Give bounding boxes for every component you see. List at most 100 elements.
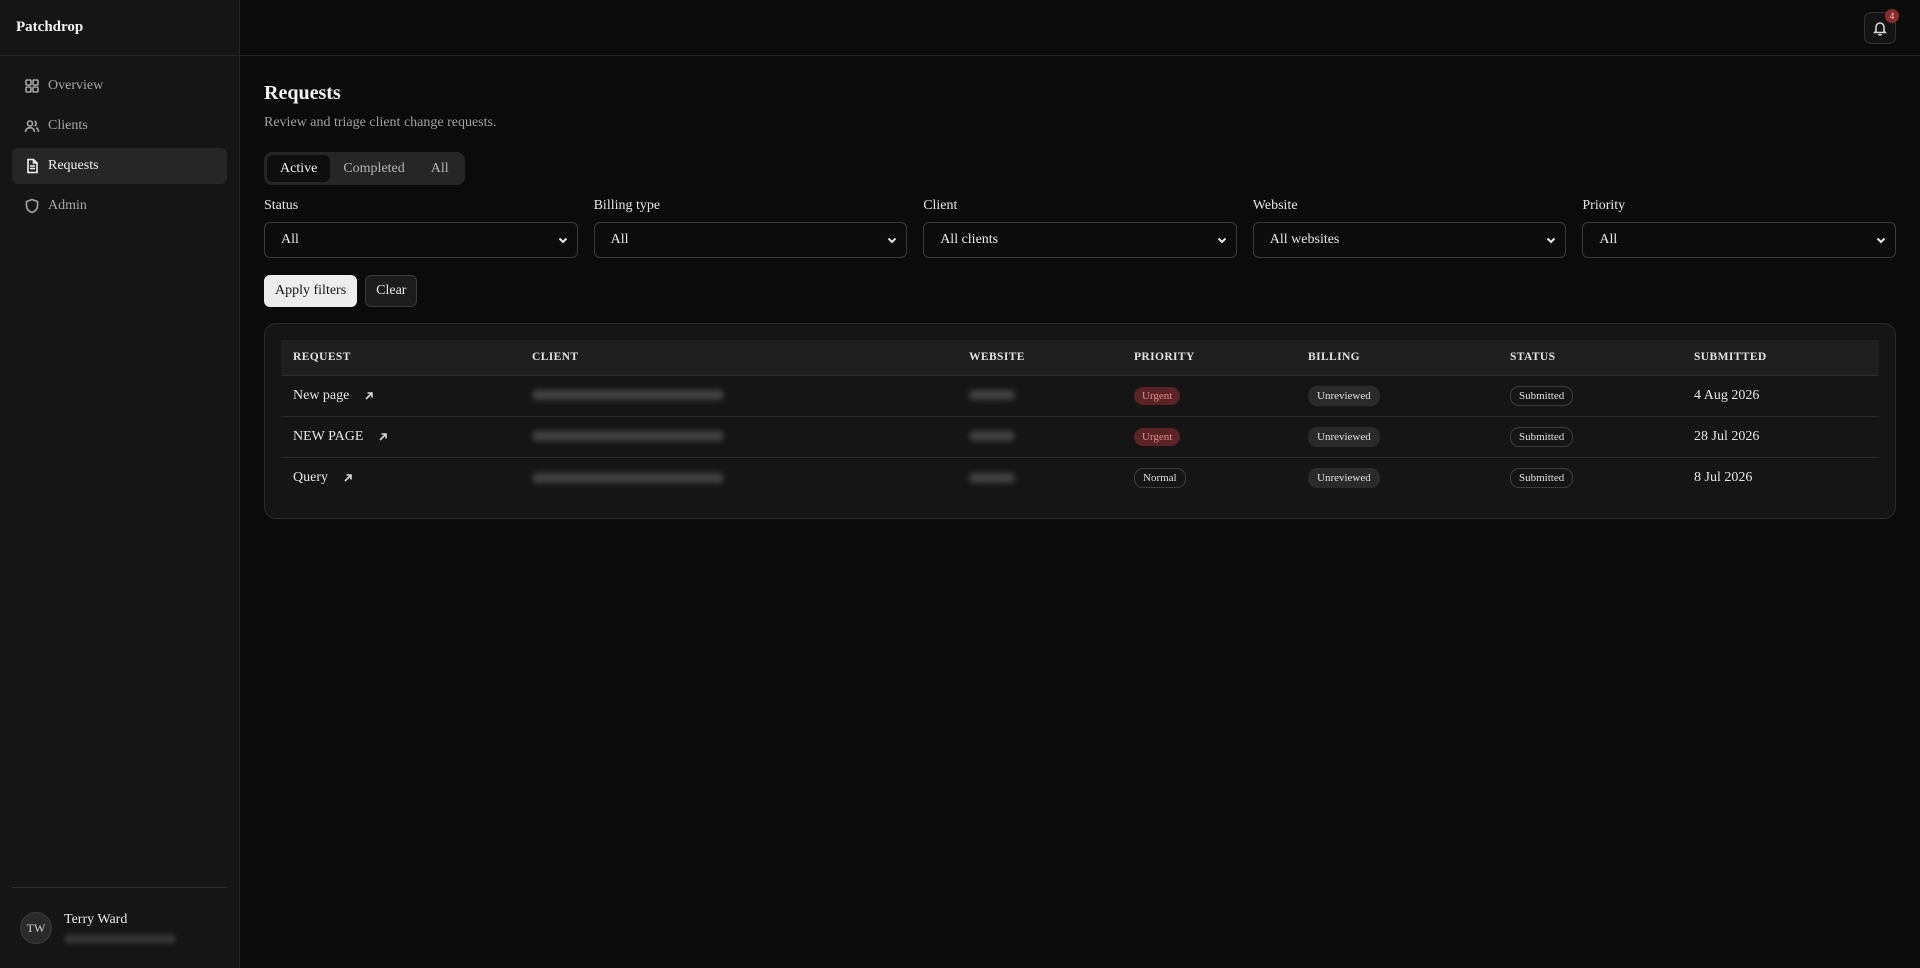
brand-logo[interactable]: Patchdrop — [0, 0, 239, 56]
select-value: All — [610, 232, 629, 247]
chevron-down-icon — [886, 234, 898, 246]
table-row[interactable]: Query Normal Unreviewed Submitted 8 Jul … — [281, 457, 1879, 498]
client-select[interactable]: All clients — [923, 222, 1237, 258]
avatar: TW — [20, 912, 52, 944]
column-header-website[interactable]: WEBSITE — [957, 340, 1122, 376]
external-link-icon — [365, 391, 374, 400]
file-icon — [24, 158, 40, 174]
sidebar-item-admin[interactable]: Admin — [12, 188, 227, 224]
external-link-icon — [379, 432, 388, 441]
apply-filters-button[interactable]: Apply filters — [264, 275, 358, 307]
column-header-priority[interactable]: PRIORITY — [1122, 340, 1296, 376]
tab-completed[interactable]: Completed — [330, 155, 417, 182]
column-header-request[interactable]: REQUEST — [281, 340, 520, 376]
sidebar-item-requests[interactable]: Requests — [12, 148, 227, 184]
billing-cell: Unreviewed — [1296, 375, 1498, 417]
request-title: New page — [293, 387, 350, 403]
priority-badge: Urgent — [1134, 427, 1181, 446]
request-link[interactable]: NEW PAGE — [293, 429, 389, 445]
sidebar-item-label: Overview — [48, 78, 104, 93]
client-redacted — [532, 472, 724, 483]
priority-badge: Urgent — [1134, 386, 1181, 405]
request-cell: NEW PAGE — [281, 416, 520, 458]
status-cell: Submitted — [1498, 375, 1682, 417]
request-title: NEW PAGE — [293, 428, 364, 444]
table-row[interactable]: NEW PAGE Urgent Unreviewed Submitted 28 … — [281, 416, 1879, 458]
requests-table-card: REQUEST CLIENT WEBSITE PRIORITY BILLING … — [264, 323, 1896, 519]
filter-label: Billing type — [593, 198, 661, 213]
billing-cell: Unreviewed — [1296, 457, 1498, 498]
status-badge: Submitted — [1510, 426, 1574, 447]
tab-all[interactable]: All — [418, 155, 462, 182]
billing-badge: Unreviewed — [1308, 467, 1380, 488]
grid-icon — [24, 78, 40, 94]
billing-cell: Unreviewed — [1296, 416, 1498, 458]
user-info: Terry Ward — [64, 912, 176, 944]
user-email-redacted — [64, 934, 176, 944]
select-value: All — [281, 232, 299, 247]
status-cell: Submitted — [1498, 457, 1682, 498]
filter-actions: Apply filters Clear — [264, 275, 1896, 307]
select-value: All websites — [1269, 232, 1340, 247]
client-cell — [520, 416, 957, 458]
select-value: All — [1599, 232, 1618, 247]
website-filter: Website All websites — [1252, 198, 1567, 258]
user-profile[interactable]: TW Terry Ward — [12, 887, 227, 968]
status-cell: Submitted — [1498, 416, 1682, 458]
client-redacted — [532, 390, 724, 401]
sidebar-item-overview[interactable]: Overview — [12, 68, 227, 104]
request-cell: Query — [281, 457, 520, 498]
status-filter: Status All — [264, 198, 578, 258]
notifications-button[interactable]: 4 — [1864, 9, 1899, 44]
bell-icon — [1873, 22, 1887, 36]
status-badge: Submitted — [1510, 385, 1574, 406]
submitted-cell: 4 Aug 2026 — [1682, 375, 1879, 417]
sidebar: Patchdrop Overview Clients Requests Admi… — [0, 0, 240, 968]
table-row[interactable]: New page Urgent Unreviewed Submitted 4 A… — [281, 375, 1879, 417]
status-badge: Submitted — [1510, 467, 1574, 488]
chevron-down-icon — [557, 234, 569, 246]
priority-badge: Normal — [1134, 467, 1186, 488]
select-value: All clients — [940, 232, 999, 247]
chevron-down-icon — [1875, 234, 1887, 246]
billing-type-filter: Billing type All — [593, 198, 908, 258]
client-cell — [520, 457, 957, 498]
sidebar-item-label: Requests — [48, 158, 99, 173]
chevron-down-icon — [1545, 234, 1557, 246]
website-cell — [957, 416, 1122, 458]
column-header-billing[interactable]: BILLING — [1296, 340, 1498, 376]
column-header-submitted[interactable]: SUBMITTED — [1682, 340, 1879, 376]
billing-badge: Unreviewed — [1308, 385, 1380, 406]
client-filter: Client All clients — [923, 198, 1237, 258]
status-select[interactable]: All — [264, 222, 578, 258]
filters-row: Status All Billing type All Client All c… — [264, 198, 1896, 258]
users-icon — [24, 118, 40, 134]
website-select[interactable]: All websites — [1252, 222, 1567, 258]
chevron-down-icon — [1216, 234, 1228, 246]
website-cell — [957, 457, 1122, 498]
website-redacted — [969, 431, 1015, 442]
request-link[interactable]: New page — [293, 388, 375, 404]
billing-badge: Unreviewed — [1308, 426, 1380, 447]
client-redacted — [532, 431, 724, 442]
sidebar-item-clients[interactable]: Clients — [12, 108, 227, 144]
priority-select[interactable]: All — [1582, 222, 1896, 258]
request-cell: New page — [281, 375, 520, 417]
priority-filter: Priority All — [1582, 198, 1896, 258]
notification-badge: 4 — [1885, 9, 1899, 23]
clear-button[interactable]: Clear — [365, 275, 418, 307]
request-link[interactable]: Query — [293, 470, 354, 486]
column-header-client[interactable]: CLIENT — [520, 340, 957, 376]
topbar: 4 — [240, 0, 1920, 56]
column-header-status[interactable]: STATUS — [1498, 340, 1682, 376]
priority-cell: Urgent — [1122, 416, 1296, 458]
client-cell — [520, 375, 957, 417]
user-name: Terry Ward — [64, 912, 128, 927]
tab-active[interactable]: Active — [267, 155, 331, 182]
tab-group: Active Completed All — [264, 152, 465, 185]
priority-cell: Normal — [1122, 457, 1296, 498]
billing-type-select[interactable]: All — [593, 222, 908, 258]
filter-label: Priority — [1582, 198, 1626, 213]
main-content: Requests Review and triage client change… — [264, 56, 1896, 519]
page-subtitle: Review and triage client change requests… — [264, 115, 497, 130]
